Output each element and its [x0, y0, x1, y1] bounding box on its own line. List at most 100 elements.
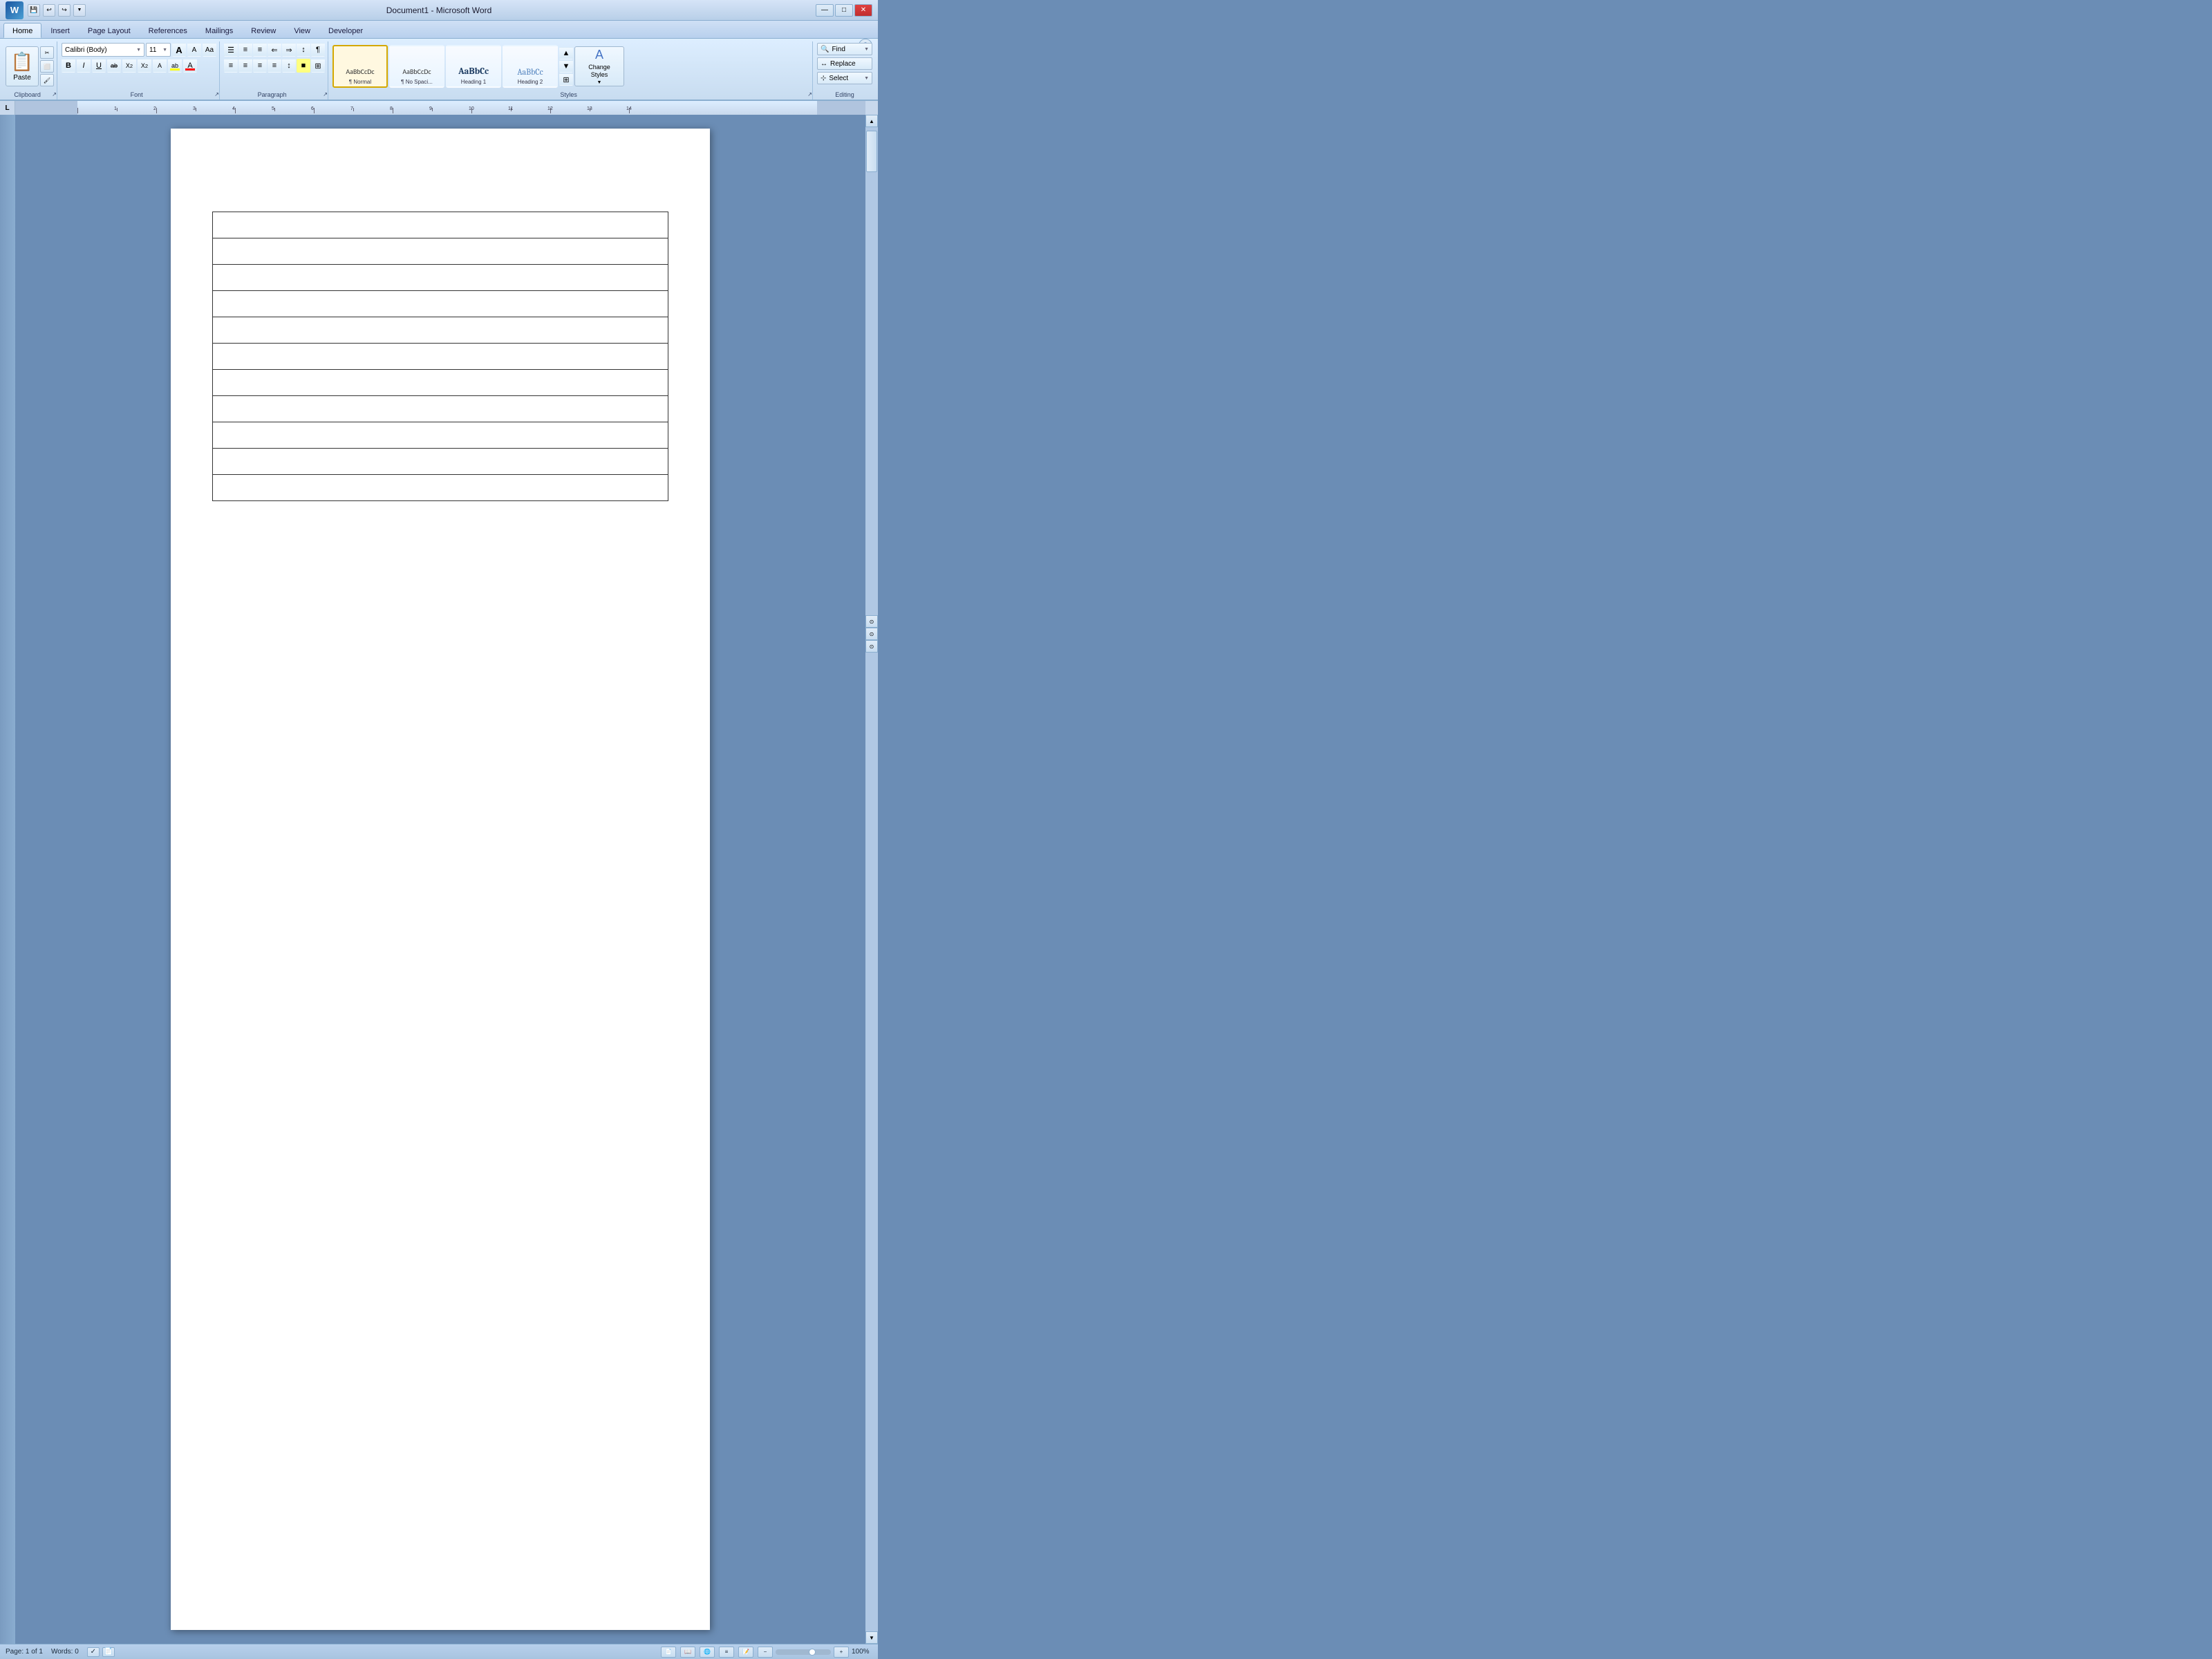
bullets-button[interactable]: ☰: [224, 43, 238, 57]
italic-button[interactable]: I: [77, 59, 91, 73]
ruler-tab-indicator[interactable]: L: [0, 101, 15, 115]
font-name-select[interactable]: Calibri (Body) ▼: [62, 43, 144, 57]
customize-button[interactable]: ▼: [73, 4, 86, 17]
align-center-button[interactable]: ≡: [238, 59, 252, 73]
cut-button[interactable]: ✂: [40, 46, 54, 59]
styles-scroll-up[interactable]: ▲: [559, 47, 573, 59]
document-area[interactable]: [15, 115, 865, 1644]
table-cell[interactable]: [213, 317, 668, 344]
tab-view[interactable]: View: [285, 23, 319, 38]
scroll-down-button[interactable]: ▼: [865, 1631, 878, 1644]
tab-references[interactable]: References: [140, 23, 196, 38]
underline-button[interactable]: U: [92, 59, 106, 73]
replace-button[interactable]: ↔ Replace: [817, 57, 872, 70]
table-row[interactable]: [213, 449, 668, 475]
scroll-up-button[interactable]: ▲: [865, 115, 878, 127]
scroll-track[interactable]: [865, 127, 878, 1631]
style-heading1[interactable]: AaBbCc Heading 1: [446, 45, 501, 88]
table-cell[interactable]: [213, 475, 668, 501]
table-cell[interactable]: [213, 212, 668, 238]
table-cell[interactable]: [213, 396, 668, 422]
table-row[interactable]: [213, 265, 668, 291]
style-normal[interactable]: AaBbCcDc ¶ Normal: [332, 45, 388, 88]
style-no-spacing[interactable]: AaBbCcDc ¶ No Spaci...: [389, 45, 444, 88]
outline-view[interactable]: ≡: [719, 1647, 734, 1658]
superscript-button[interactable]: X2: [138, 59, 151, 73]
paragraph-expand[interactable]: ↗: [323, 91, 328, 97]
multilevel-list-button[interactable]: ≡: [253, 43, 267, 57]
spell-check-button[interactable]: ✓: [87, 1647, 100, 1657]
clear-formatting-button[interactable]: A: [153, 59, 167, 73]
table-cell[interactable]: [213, 238, 668, 265]
select-button[interactable]: ⊹ Select ▼: [817, 72, 872, 84]
table-cell[interactable]: [213, 265, 668, 291]
web-layout-view[interactable]: 🌐: [700, 1647, 715, 1658]
align-right-button[interactable]: ≡: [253, 59, 267, 73]
subscript-button[interactable]: X2: [122, 59, 136, 73]
minimize-button[interactable]: —: [816, 4, 834, 17]
document-table[interactable]: [212, 212, 668, 501]
table-cell[interactable]: [213, 344, 668, 370]
shrink-font-button[interactable]: A: [187, 43, 201, 57]
print-layout-view[interactable]: 📄: [661, 1647, 676, 1658]
draft-view[interactable]: 📝: [738, 1647, 753, 1658]
borders-button[interactable]: ⊞: [311, 59, 325, 73]
grow-font-button[interactable]: A: [172, 43, 186, 57]
paste-button[interactable]: 📋 Paste: [6, 46, 39, 86]
scroll-thumb[interactable]: [866, 131, 877, 172]
track-changes-button[interactable]: 📄: [102, 1647, 115, 1657]
style-heading2[interactable]: AaBbCc Heading 2: [503, 45, 558, 88]
line-spacing-button[interactable]: ↕: [282, 59, 296, 73]
tab-developer[interactable]: Developer: [319, 23, 372, 38]
change-case-button[interactable]: Aa: [203, 43, 216, 57]
tab-mailings[interactable]: Mailings: [196, 23, 242, 38]
tab-insert[interactable]: Insert: [41, 23, 79, 38]
font-size-select[interactable]: 11 ▼: [146, 43, 171, 57]
styles-expand[interactable]: ↗: [807, 91, 812, 97]
find-button[interactable]: 🔍 Find ▼: [817, 43, 872, 55]
table-cell[interactable]: [213, 449, 668, 475]
format-painter-button[interactable]: 🖌: [40, 74, 54, 86]
table-cell[interactable]: [213, 422, 668, 449]
change-styles-button[interactable]: A ChangeStyles ▼: [574, 46, 624, 86]
maximize-button[interactable]: □: [835, 4, 853, 17]
tab-review[interactable]: Review: [242, 23, 285, 38]
save-button[interactable]: 💾: [28, 4, 40, 17]
styles-more[interactable]: ⊞: [559, 73, 573, 86]
shading-button[interactable]: ■: [297, 59, 310, 73]
clipboard-expand[interactable]: ↗: [52, 91, 57, 97]
redo-button[interactable]: ↪: [58, 4, 71, 17]
table-row[interactable]: [213, 396, 668, 422]
table-cell[interactable]: [213, 370, 668, 396]
table-row[interactable]: [213, 238, 668, 265]
undo-button[interactable]: ↩: [43, 4, 55, 17]
sort-button[interactable]: ↕: [297, 43, 310, 57]
table-cell[interactable]: [213, 291, 668, 317]
zoom-out-button[interactable]: −: [758, 1647, 773, 1658]
full-reading-view[interactable]: 📖: [680, 1647, 695, 1658]
styles-scroll-down[interactable]: ▼: [559, 60, 573, 73]
justify-button[interactable]: ≡: [268, 59, 281, 73]
copy-button[interactable]: ⬜: [40, 60, 54, 73]
strikethrough-button[interactable]: ab: [107, 59, 121, 73]
font-expand[interactable]: ↗: [214, 91, 219, 97]
table-row[interactable]: [213, 344, 668, 370]
show-paragraph-button[interactable]: ¶: [311, 43, 325, 57]
tab-home[interactable]: Home: [3, 23, 41, 38]
highlight-color-button[interactable]: ab: [168, 59, 182, 73]
bold-button[interactable]: B: [62, 59, 75, 73]
table-row[interactable]: [213, 370, 668, 396]
table-row[interactable]: [213, 212, 668, 238]
table-row[interactable]: [213, 291, 668, 317]
prev-page-button[interactable]: ⊙: [865, 615, 878, 628]
zoom-slider[interactable]: [776, 1649, 831, 1655]
select-browse-button[interactable]: ⊙: [865, 628, 878, 640]
tab-page-layout[interactable]: Page Layout: [79, 23, 140, 38]
font-color-button[interactable]: A: [183, 59, 197, 73]
align-left-button[interactable]: ≡: [224, 59, 238, 73]
zoom-in-button[interactable]: +: [834, 1647, 849, 1658]
decrease-indent-button[interactable]: ⇐: [268, 43, 281, 57]
close-button[interactable]: ✕: [854, 4, 872, 17]
increase-indent-button[interactable]: ⇒: [282, 43, 296, 57]
table-row[interactable]: [213, 422, 668, 449]
